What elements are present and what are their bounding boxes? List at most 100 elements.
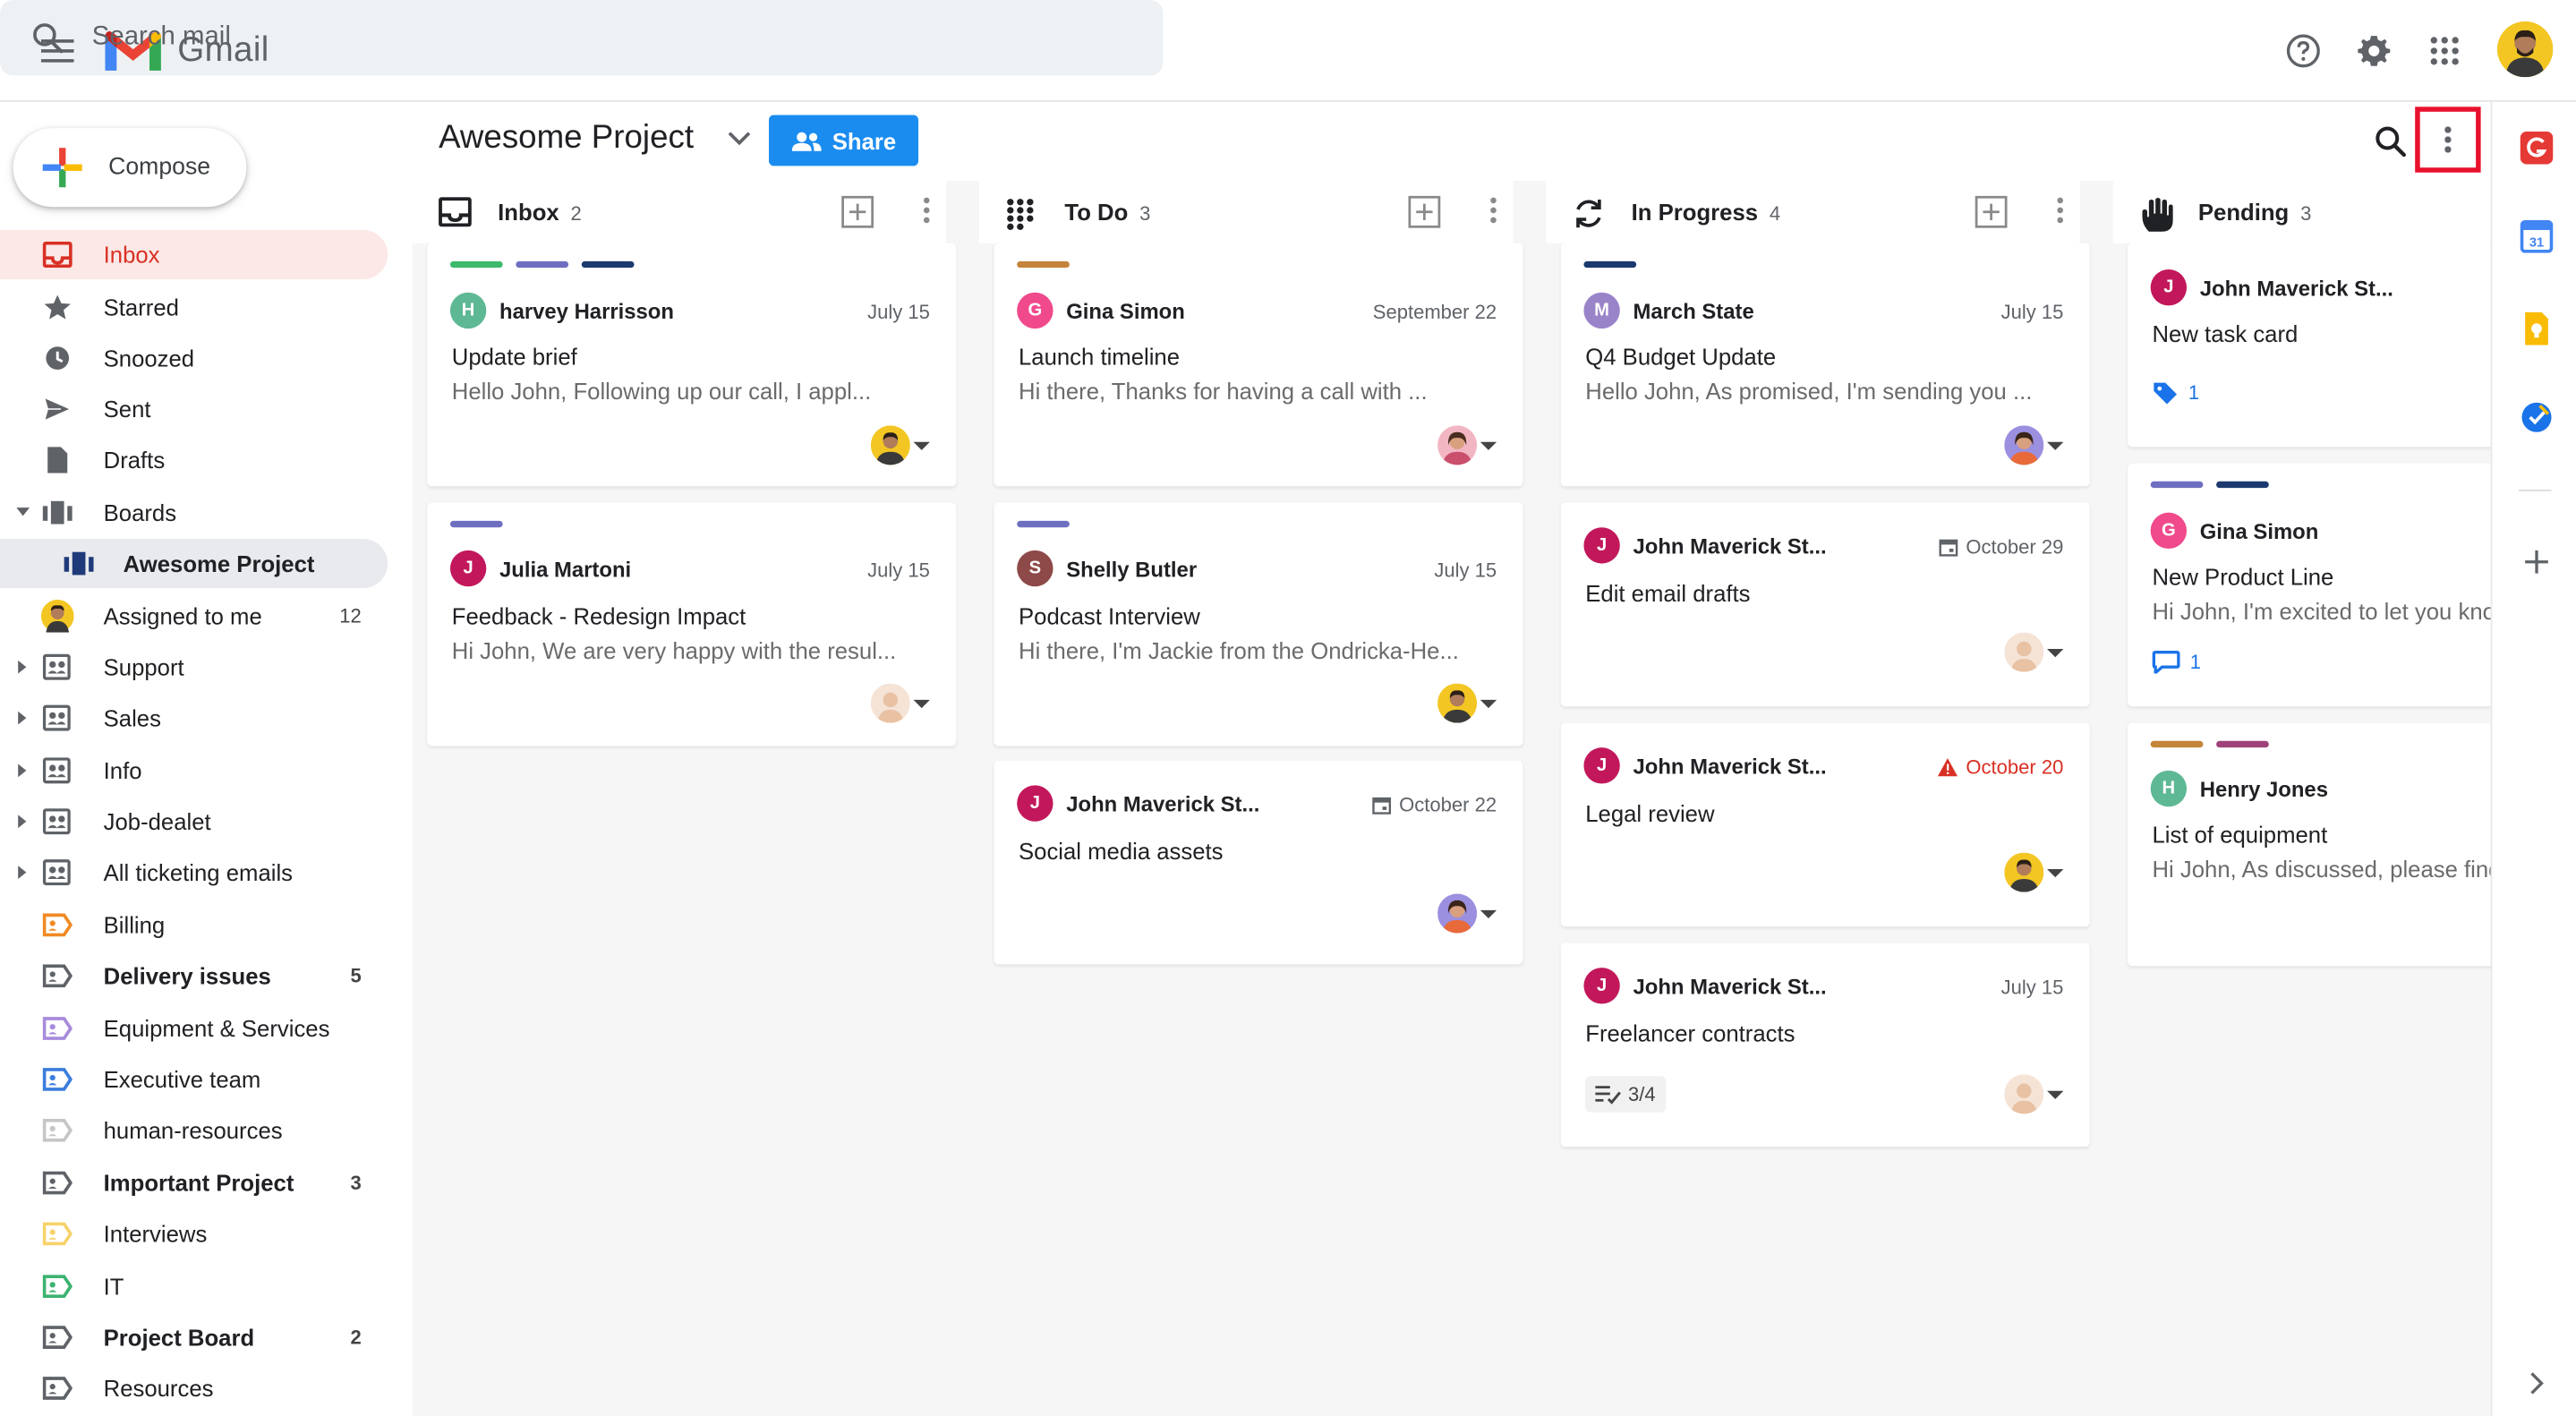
board-more-options-icon[interactable] — [2415, 107, 2481, 173]
task-card[interactable]: H harvey Harrisson July 15 Update brief … — [427, 243, 957, 487]
sidebar-item-drafts[interactable]: Drafts — [0, 435, 388, 484]
chevron-right-icon[interactable] — [2521, 1367, 2554, 1400]
assignee-avatar[interactable] — [2004, 425, 2044, 465]
sidebar-item-human-resources[interactable]: human-resources — [0, 1105, 388, 1155]
label-icon — [42, 1377, 73, 1400]
card-subject: New task card — [2152, 320, 2299, 347]
sidebar-item-assigned-to-me[interactable]: Assigned to me 12 — [0, 592, 388, 641]
card-subject: List of equipment — [2152, 821, 2328, 849]
sidebar-item-project-board[interactable]: Project Board 2 — [0, 1313, 388, 1362]
expand-arrow-icon[interactable] — [18, 660, 27, 674]
add-card-icon[interactable] — [841, 195, 874, 228]
task-card[interactable]: J John Maverick St... New task card 1 — [2127, 243, 2491, 448]
shared-label-icon — [42, 757, 71, 784]
card-snippet: Hi there, Thanks for having a call with … — [1019, 378, 1428, 405]
sidebar-item-starred[interactable]: Starred — [0, 283, 388, 332]
card-subject: Update brief — [451, 343, 577, 370]
card-snippet: Hi there, I'm Jackie from the Ondricka-H… — [1019, 637, 1459, 664]
board-title[interactable]: Awesome Project — [439, 120, 694, 158]
assignee-avatar[interactable] — [870, 425, 910, 465]
assignee-avatar[interactable] — [2004, 1074, 2044, 1114]
add-card-icon[interactable] — [1975, 195, 2008, 228]
assignee-avatar[interactable] — [2004, 852, 2044, 892]
task-card[interactable]: J Julia Martoni July 15 Feedback - Redes… — [427, 502, 957, 746]
task-card[interactable]: J John Maverick St... July 15 Freelancer… — [1560, 943, 2090, 1147]
sidebar-item-inbox[interactable]: Inbox — [0, 229, 388, 280]
task-board-app-icon[interactable] — [2520, 131, 2554, 165]
assignee-avatar[interactable] — [2004, 632, 2044, 672]
search-icon[interactable] — [30, 20, 65, 55]
sidebar-item-job-dealet[interactable]: Job-dealet — [0, 797, 388, 846]
assignee-dropdown-icon[interactable] — [2047, 649, 2064, 658]
task-card[interactable]: J John Maverick St... October 29 Edit em… — [1560, 502, 2090, 707]
user-avatar-icon — [40, 599, 74, 633]
sidebar-item-awesome-project[interactable]: Awesome Project — [0, 539, 388, 589]
assignee-dropdown-icon[interactable] — [913, 699, 930, 709]
assignee-avatar[interactable] — [1437, 683, 1478, 723]
shared-label-icon — [42, 859, 71, 886]
task-card[interactable]: J John Maverick St... October 20 Legal r… — [1560, 722, 2090, 927]
sidebar-item-delivery-issues[interactable]: Delivery issues 5 — [0, 951, 388, 1001]
sidebar-item-interviews[interactable]: Interviews — [0, 1209, 388, 1258]
task-card[interactable]: G Gina Simon New Product Line Hi John, I… — [2127, 463, 2491, 707]
sidebar-item-all-ticketing-emails[interactable]: All ticketing emails — [0, 848, 388, 897]
column-count: 2 — [570, 201, 582, 226]
assignee-avatar[interactable] — [1437, 893, 1478, 934]
sidebar-item-resources[interactable]: Resources — [0, 1363, 388, 1412]
label-icon — [42, 1118, 73, 1142]
assignee-dropdown-icon[interactable] — [1480, 441, 1497, 450]
expand-arrow-icon[interactable] — [18, 815, 27, 829]
column-more-icon[interactable] — [1490, 197, 1497, 224]
assignee-avatar[interactable] — [870, 683, 910, 723]
label-icon — [42, 913, 73, 937]
assignee-dropdown-icon[interactable] — [913, 441, 930, 450]
expand-arrow-icon[interactable] — [18, 763, 27, 778]
add-addon-icon[interactable] — [2521, 545, 2554, 578]
assignee-avatar[interactable] — [1437, 425, 1478, 465]
board-search-icon[interactable] — [2372, 124, 2408, 159]
task-card[interactable]: M March State July 15 Q4 Budget Update H… — [1560, 243, 2090, 487]
assignee-dropdown-icon[interactable] — [2047, 868, 2064, 878]
sidebar-item-sales[interactable]: Sales — [0, 694, 388, 743]
search-input[interactable]: Search mail — [92, 23, 231, 53]
account-avatar[interactable] — [2496, 21, 2554, 78]
keep-app-icon[interactable] — [2521, 311, 2554, 345]
assignee-dropdown-icon[interactable] — [1480, 909, 1497, 919]
sidebar-item-support[interactable]: Support — [0, 643, 388, 692]
expand-arrow-icon[interactable] — [18, 866, 27, 879]
expand-arrow-icon[interactable] — [18, 711, 27, 725]
sidebar-item-sent[interactable]: Sent — [0, 385, 388, 434]
sidebar-item-billing[interactable]: Billing — [0, 900, 388, 950]
task-card[interactable]: G Gina Simon September 22 Launch timelin… — [994, 243, 1523, 487]
sidebar-item-boards[interactable]: Boards — [0, 488, 388, 537]
sender-avatar: J — [449, 550, 487, 587]
task-card[interactable]: S Shelly Butler July 15 Podcast Intervie… — [994, 502, 1523, 746]
sidebar-item-equipment-services[interactable]: Equipment & Services — [0, 1003, 388, 1053]
card-sender: J John Maverick St... — [1583, 747, 1827, 784]
column-more-icon[interactable] — [923, 197, 930, 224]
sidebar-item-snoozed[interactable]: Snoozed — [0, 334, 388, 383]
apps-grid-icon[interactable] — [2417, 23, 2472, 79]
task-card[interactable]: J John Maverick St... October 22 Social … — [994, 760, 1523, 965]
share-button[interactable]: Share — [769, 115, 919, 166]
help-icon[interactable] — [2275, 23, 2331, 79]
assignee-dropdown-icon[interactable] — [2047, 1090, 2064, 1099]
assignee-dropdown-icon[interactable] — [2047, 441, 2064, 450]
collapse-arrow-icon[interactable] — [16, 508, 30, 516]
compose-button[interactable]: Compose — [13, 128, 247, 208]
sidebar-item-it[interactable]: IT — [0, 1262, 388, 1311]
settings-gear-icon[interactable] — [2346, 23, 2401, 79]
card-due-date: October 22 — [1371, 794, 1497, 816]
sender-avatar: J — [1583, 527, 1620, 564]
assignee-dropdown-icon[interactable] — [1480, 699, 1497, 709]
sidebar-item-info[interactable]: Info — [0, 746, 388, 795]
column-more-icon[interactable] — [2057, 197, 2064, 224]
tasks-app-icon[interactable] — [2521, 401, 2554, 434]
sidebar-item-executive-team[interactable]: Executive team — [0, 1054, 388, 1104]
column-count: 3 — [1139, 201, 1151, 226]
add-card-icon[interactable] — [1408, 195, 1441, 228]
chevron-down-icon[interactable] — [728, 132, 751, 147]
task-card[interactable]: H Henry Jones List of equipment Hi John,… — [2127, 722, 2491, 967]
calendar-app-icon[interactable]: 31 — [2520, 219, 2554, 253]
sidebar-item-important-project[interactable]: Important Project 3 — [0, 1158, 388, 1207]
